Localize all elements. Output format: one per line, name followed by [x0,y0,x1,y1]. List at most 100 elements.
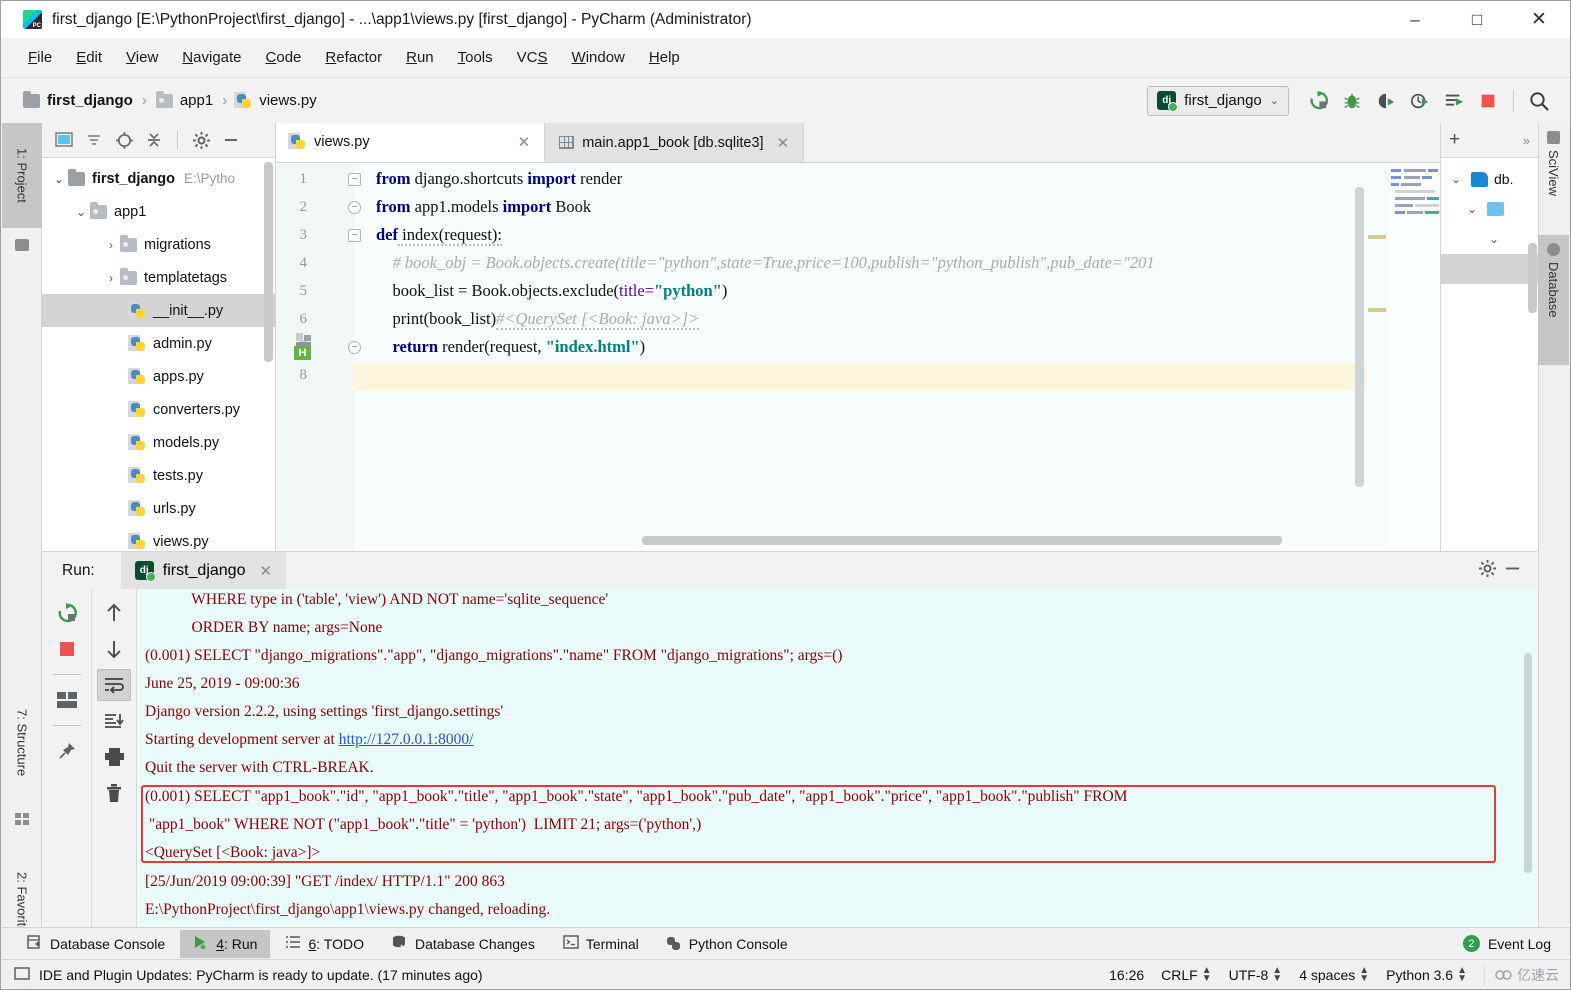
collapse-all-icon[interactable] [142,128,166,152]
editor-gutter[interactable]: 1 2 3 4 5 6 7 8 H − − − − [276,163,361,551]
breadcrumb-item-views-py[interactable]: views.py [234,92,317,109]
breadcrumb-item-first-django[interactable]: first_django [23,90,133,109]
tab-main-app1-book[interactable]: main.app1_book [db.sqlite3] ✕ [545,123,805,162]
hide-icon[interactable] [1503,559,1522,583]
chevron-down-icon[interactable]: ⌄ [1463,202,1481,216]
run-tab-first-django[interactable]: dj first_django ✕ [120,551,287,590]
menu-edit[interactable]: Edit [64,46,114,69]
sidebar-item-project[interactable]: 1: Project [2,123,42,228]
db-node-selected[interactable] [1441,254,1538,284]
rerun-icon[interactable] [1303,86,1333,116]
pin-icon[interactable] [50,735,84,767]
soft-wrap-icon[interactable] [97,669,131,701]
editor-minimap[interactable] [1388,163,1440,551]
line-separator-selector[interactable]: CRLF ▲ ▼ [1161,965,1211,983]
chevron-right-icon[interactable]: › [102,238,120,252]
interpreter-selector[interactable]: Python 3.6 ▲ ▼ [1386,965,1467,983]
stop-icon[interactable] [1473,86,1503,116]
fold-marker-icon[interactable]: − [348,173,361,186]
gear-icon[interactable] [1478,559,1497,583]
menu-code[interactable]: Code [254,46,314,69]
tree-node-admin-py[interactable]: admin.py [42,327,275,360]
collapse-filter-icon[interactable] [82,128,106,152]
console-scrollbar[interactable] [1524,653,1532,873]
close-icon[interactable]: ✕ [518,133,531,151]
server-url-link[interactable]: http://127.0.0.1:8000/ [339,731,474,748]
menu-navigate[interactable]: Navigate [170,46,253,69]
bottom-item-run[interactable]: 4: Run [180,929,271,958]
bottom-item-terminal[interactable]: Terminal [550,930,652,958]
scroll-to-end-icon[interactable] [97,705,131,737]
menu-run[interactable]: Run [394,46,446,69]
chevron-down-icon[interactable]: ⌄ [72,205,90,219]
select-opened-file-icon[interactable] [52,128,76,152]
tree-node-templatetags[interactable]: › templatetags [42,261,275,294]
db-node-tables[interactable]: ⌄ [1441,224,1538,254]
fold-marker-icon[interactable]: − [348,201,361,214]
up-arrow-icon[interactable] [97,597,131,629]
expand-icon[interactable]: » [1523,133,1530,148]
tree-node-app1[interactable]: ⌄ app1 [42,195,275,228]
menu-refactor[interactable]: Refactor [313,46,394,69]
debug-bug-icon[interactable] [1337,86,1367,116]
tree-node-urls-py[interactable]: urls.py [42,492,275,525]
close-icon[interactable]: ✕ [777,134,790,152]
print-icon[interactable] [97,741,131,773]
db-node-db-sqlite3[interactable]: ⌄ db. [1441,164,1538,194]
sidebar-item-sciview[interactable]: SciView [1538,123,1569,233]
gear-icon[interactable] [189,128,213,152]
run-configuration-selector[interactable]: dj first_django ⌄ [1147,85,1289,116]
run-tests-icon[interactable] [1439,86,1469,116]
editor-error-stripe[interactable] [1366,163,1388,551]
chevron-down-icon[interactable]: ⌄ [1485,232,1503,246]
breadcrumb-item-app1[interactable]: app1 [155,90,213,109]
bottom-item-python-console[interactable]: Python Console [654,930,801,958]
chevron-down-icon[interactable]: ⌄ [1447,172,1465,186]
warning-marker[interactable] [1368,235,1386,239]
tab-views-py[interactable]: views.py ✕ [276,123,546,162]
profile-icon[interactable] [1405,86,1435,116]
bottom-item-todo[interactable]: 6: TODO [272,930,377,958]
rerun-icon[interactable] [50,597,84,629]
database-scrollbar[interactable] [1528,243,1537,313]
menu-tools[interactable]: Tools [446,46,505,69]
event-log-label[interactable]: Event Log [1488,936,1551,952]
indent-selector[interactable]: 4 spaces ▲ ▼ [1299,965,1369,983]
caret-position[interactable]: 16:26 [1109,967,1144,983]
menu-window[interactable]: Window [560,46,637,69]
tree-node-apps-py[interactable]: apps.py [42,360,275,393]
maximize-button[interactable]: □ [1446,1,1508,38]
bottom-item-database-changes[interactable]: Database Changes [379,930,548,958]
tree-node-migrations[interactable]: › migrations [42,228,275,261]
encoding-selector[interactable]: UTF-8 ▲ ▼ [1229,965,1283,983]
editor-vertical-scrollbar[interactable] [1355,187,1364,487]
db-node-schema[interactable]: ⌄ [1441,194,1538,224]
tree-node-first-django[interactable]: ⌄ first_django E:\Pytho [42,162,275,195]
run-with-coverage-icon[interactable] [1371,86,1401,116]
hide-icon[interactable] [219,128,243,152]
menu-vcs[interactable]: VCS [505,46,560,69]
search-icon[interactable] [1524,86,1554,116]
tree-node-init-py[interactable]: __init__.py [42,294,275,327]
tree-node-converters-py[interactable]: converters.py [42,393,275,426]
trash-icon[interactable] [97,777,131,809]
locate-icon[interactable] [112,128,136,152]
tree-node-tests-py[interactable]: tests.py [42,459,275,492]
tree-node-models-py[interactable]: models.py [42,426,275,459]
code-text[interactable]: from django.shortcuts import render from… [362,163,1440,551]
chevron-down-icon[interactable]: ⌄ [50,172,68,186]
menu-view[interactable]: View [114,46,170,69]
close-button[interactable]: ✕ [1508,1,1570,38]
plus-icon[interactable]: + [1449,129,1460,151]
chevron-right-icon[interactable]: › [102,271,120,285]
code-editor[interactable]: 1 2 3 4 5 6 7 8 H − − − − from django.sh… [276,163,1440,551]
warning-marker[interactable] [1368,308,1386,312]
sidebar-item-database[interactable]: Database [1538,235,1569,365]
sidebar-item-structure[interactable]: 7: Structure [2,683,42,803]
menu-help[interactable]: Help [637,46,692,69]
fold-marker-icon[interactable]: − [348,341,361,354]
editor-horizontal-scrollbar[interactable] [362,536,1362,545]
fold-marker-icon[interactable]: − [348,229,361,242]
close-icon[interactable]: ✕ [259,562,272,580]
project-scrollbar[interactable] [264,162,273,362]
